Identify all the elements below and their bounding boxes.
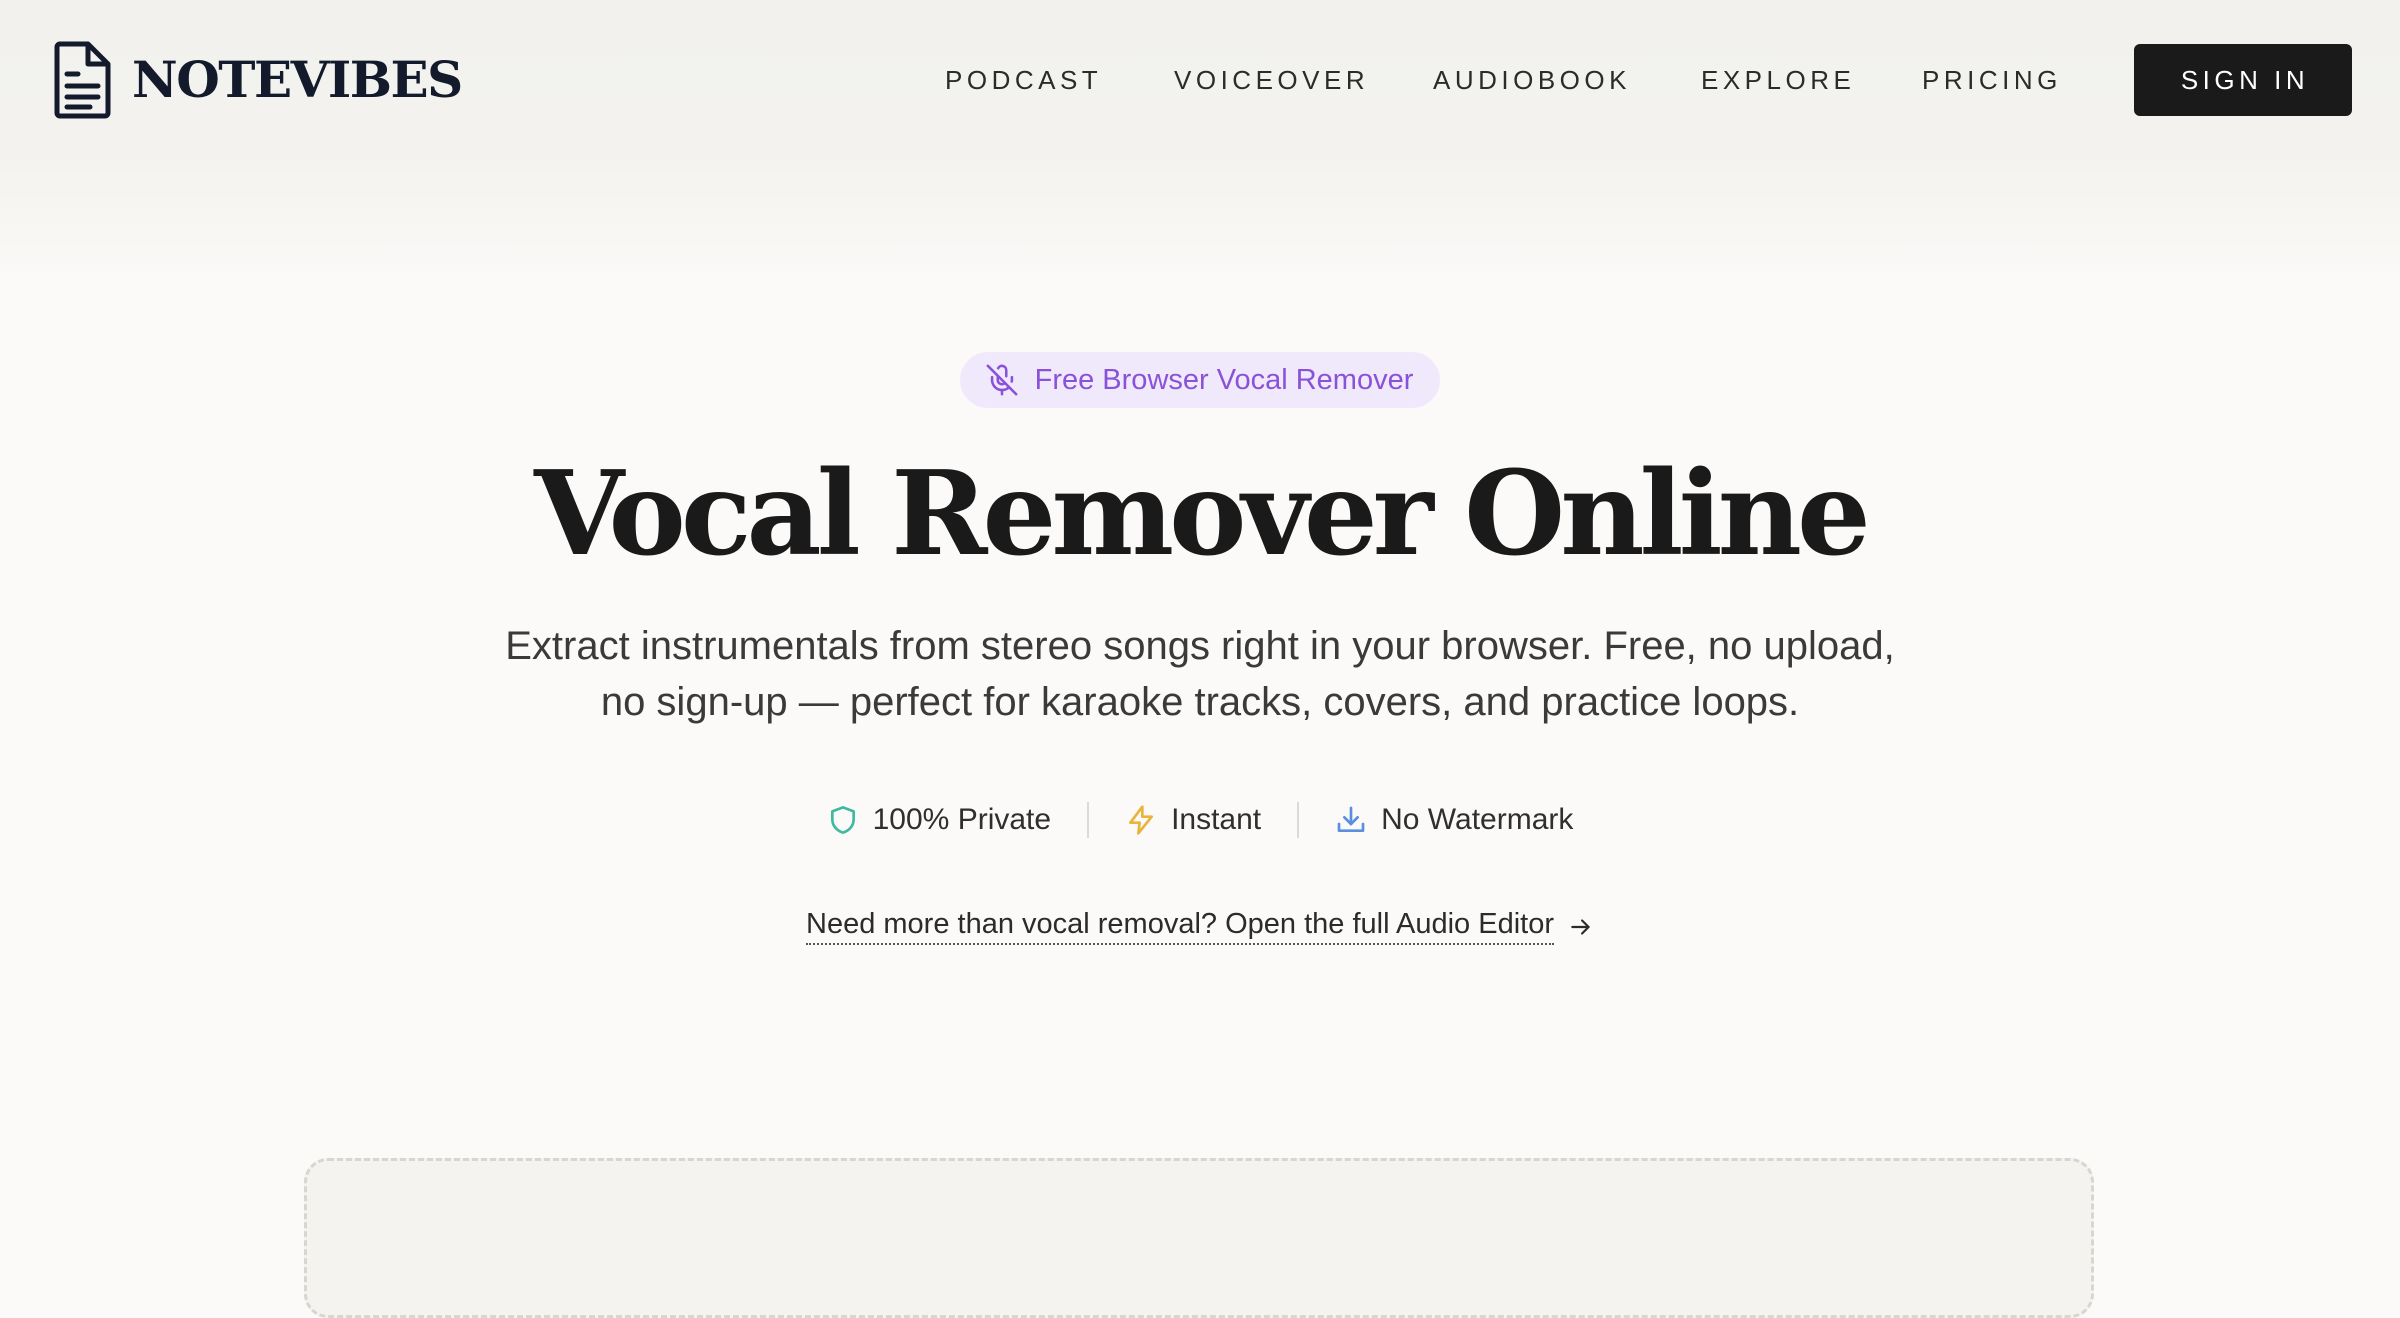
feature-label: 100% Private [872, 803, 1052, 836]
nav-explore[interactable]: EXPLORE [1701, 54, 1855, 106]
audio-editor-callout: Need more than vocal removal? Open the f… [0, 908, 2400, 945]
main-nav: PODCAST VOICEOVER AUDIOBOOK EXPLORE PRIC… [0, 54, 2400, 106]
feature-private: 100% Private [827, 803, 1051, 837]
divider [1297, 802, 1300, 838]
download-icon [1337, 806, 1365, 832]
feature-label: Instant [1171, 803, 1262, 836]
nav-voiceover[interactable]: VOICEOVER [1174, 54, 1369, 106]
lightning-icon [1129, 805, 1154, 835]
divider [1087, 802, 1090, 838]
arrow-right-icon [1571, 918, 1590, 935]
feature-no-watermark: No Watermark [1335, 803, 1573, 837]
feature-list: 100% Private Instant No Watermark [0, 796, 2400, 844]
page-title: Vocal Remover Online [534, 446, 1871, 582]
nav-audiobook[interactable]: AUDIOBOOK [1433, 54, 1631, 106]
page-subtitle: Extract instrumentals from stereo songs … [420, 618, 1980, 730]
hero-badge: Free Browser Vocal Remover [960, 352, 1440, 408]
mic-off-icon [986, 364, 1018, 396]
audio-editor-link[interactable]: Need more than vocal removal? Open the f… [806, 908, 1554, 945]
shield-icon [830, 806, 855, 834]
sign-in-button[interactable]: SIGN IN [2134, 44, 2352, 116]
feature-instant: Instant [1125, 803, 1261, 837]
badge-label: Free Browser Vocal Remover [1034, 363, 1414, 396]
nav-pricing[interactable]: PRICING [1922, 54, 2062, 106]
nav-podcast[interactable]: PODCAST [945, 54, 1102, 106]
feature-label: No Watermark [1381, 803, 1574, 836]
file-dropzone[interactable] [304, 1158, 2094, 1318]
subtitle-line-1: Extract instrumentals from stereo songs … [505, 624, 1895, 668]
subtitle-line-2: no sign-up — perfect for karaoke tracks,… [600, 680, 1800, 724]
